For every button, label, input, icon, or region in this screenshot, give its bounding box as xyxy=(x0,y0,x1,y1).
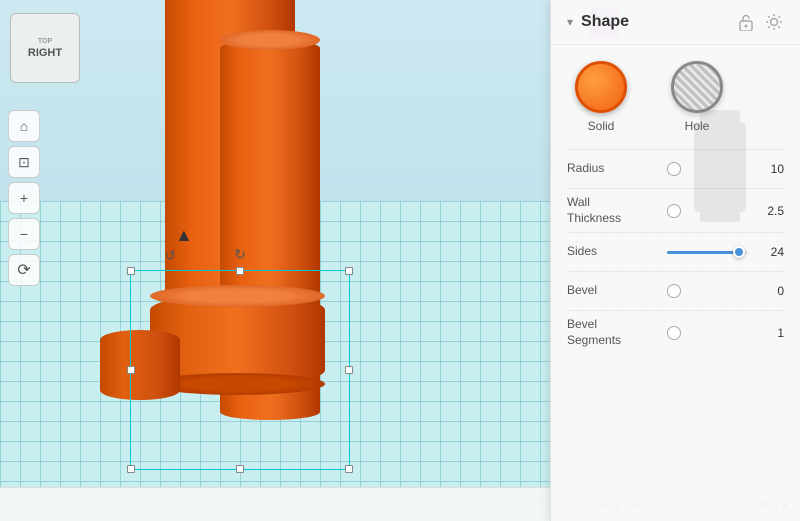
prop-control-bevel-segments xyxy=(667,326,760,340)
shape-types-container: Solid Hole xyxy=(551,45,800,149)
cube-right-label: RIGHT xyxy=(28,47,62,59)
panel-collapse-icon[interactable]: ▾ xyxy=(567,15,573,29)
prop-row-radius: Radius 10 xyxy=(551,150,800,188)
cube-face-right[interactable]: TOP RIGHT xyxy=(10,13,80,83)
prop-label-bevel-segments: BevelSegments xyxy=(567,317,667,348)
solid-label: Solid xyxy=(588,119,615,133)
solid-type-button[interactable]: Solid xyxy=(575,61,627,133)
prop-radio-bevel[interactable] xyxy=(667,284,681,298)
prop-label-radius: Radius xyxy=(567,161,667,177)
panel-header: ▾ Shape xyxy=(551,0,800,45)
prop-row-sides: Sides 24 xyxy=(551,233,800,271)
zoom-fit-button[interactable]: ⊡ xyxy=(8,146,40,178)
prop-label-bevel: Bevel xyxy=(567,283,667,299)
prop-control-bevel xyxy=(667,284,760,298)
hole-circle xyxy=(671,61,723,113)
prop-value-radius[interactable]: 10 xyxy=(760,162,784,176)
sides-slider-thumb[interactable] xyxy=(733,246,745,258)
sides-slider-fill xyxy=(667,251,739,254)
prop-row-wall-thickness: WallThickness 2.5 xyxy=(551,189,800,232)
prop-value-bevel-segments[interactable]: 1 xyxy=(760,326,784,340)
hole-type-button[interactable]: Hole xyxy=(671,61,723,133)
prop-radio-radius[interactable] xyxy=(667,162,681,176)
sides-slider[interactable] xyxy=(667,251,747,254)
prop-control-radius xyxy=(667,162,760,176)
right-panel: ▾ Shape Soli xyxy=(550,0,800,521)
nav-cube[interactable]: TOP RIGHT xyxy=(5,8,90,108)
prop-row-bevel-segments: BevelSegments 1 xyxy=(551,311,800,354)
prop-radio-wall-thickness[interactable] xyxy=(667,204,681,218)
prop-value-bevel[interactable]: 0 xyxy=(760,284,784,298)
zoom-in-button[interactable]: + xyxy=(8,182,40,214)
properties-list: Radius 10 WallThickness 2.5 Sides xyxy=(551,150,800,354)
prop-control-sides xyxy=(667,251,760,254)
prop-radio-bevel-segments[interactable] xyxy=(667,326,681,340)
prop-control-wall-thickness xyxy=(667,204,760,218)
orbit-button[interactable]: ⟳ xyxy=(8,254,40,286)
zoom-out-button[interactable]: − xyxy=(8,218,40,250)
lock-icon[interactable] xyxy=(736,12,756,32)
light-icon[interactable] xyxy=(764,12,784,32)
solid-circle xyxy=(575,61,627,113)
prop-value-wall-thickness[interactable]: 2.5 xyxy=(760,204,784,218)
prop-label-sides: Sides xyxy=(567,244,667,260)
home-button[interactable]: ⌂ xyxy=(8,110,40,142)
hole-label: Hole xyxy=(685,119,710,133)
panel-title: Shape xyxy=(581,13,728,31)
cylinder-small-left xyxy=(100,330,180,400)
prop-row-bevel: Bevel 0 xyxy=(551,272,800,310)
left-toolbar: ⌂ ⊡ + − ⟳ xyxy=(8,110,40,286)
prop-value-sides[interactable]: 24 xyxy=(760,245,784,259)
prop-label-wall-thickness: WallThickness xyxy=(567,195,667,226)
cube-top-label: TOP xyxy=(38,38,52,45)
